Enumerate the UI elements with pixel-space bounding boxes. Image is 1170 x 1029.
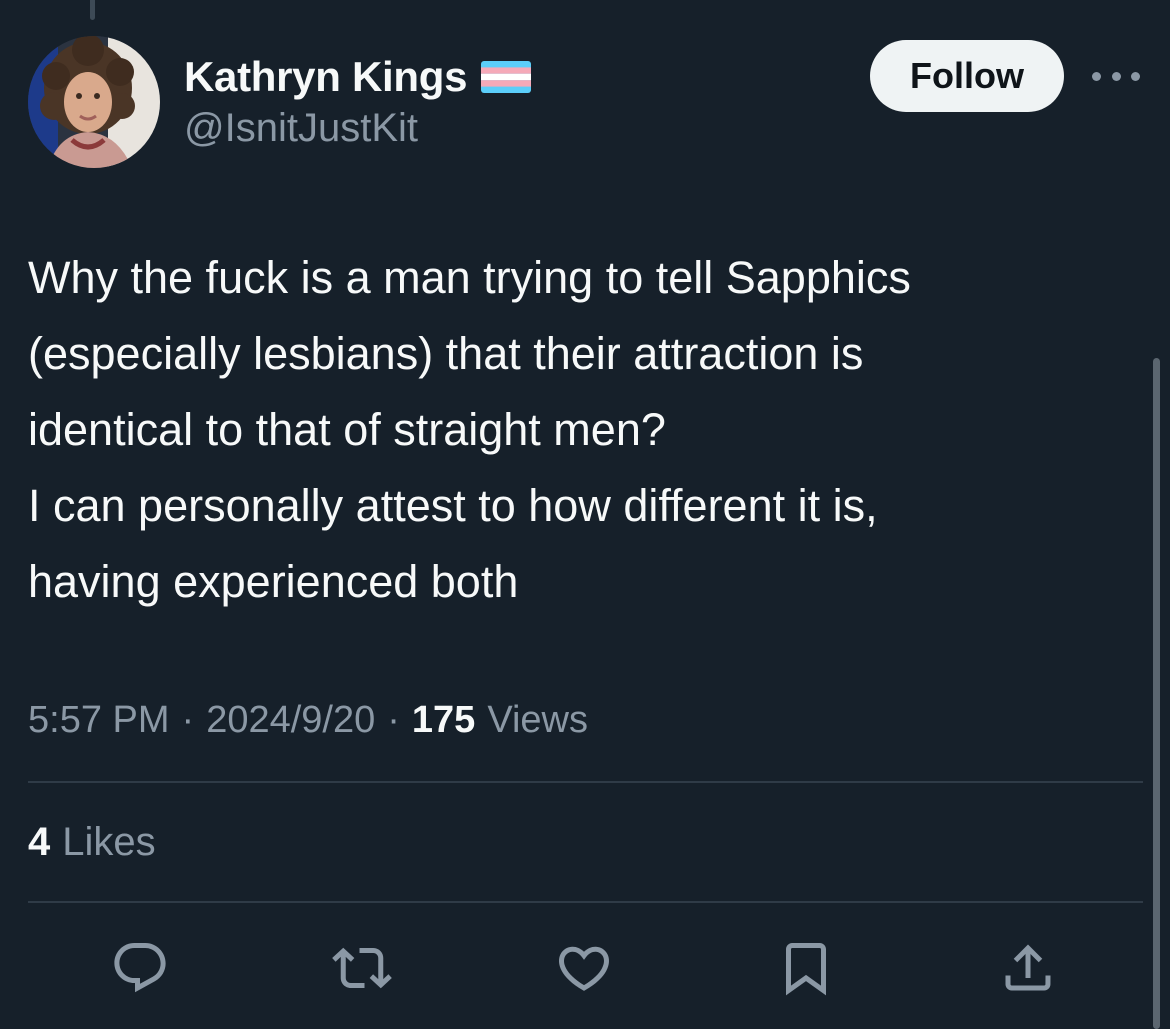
- retweet-button[interactable]: [330, 936, 394, 1000]
- transgender-flag-icon: [481, 61, 532, 93]
- heart-icon: [558, 946, 610, 991]
- tweet-text-line: identical to that of straight men?: [28, 404, 666, 455]
- reply-icon: [114, 943, 166, 993]
- tweet-text-line: I can personally attest to how different…: [28, 480, 878, 531]
- bookmark-icon: [786, 943, 826, 996]
- likes-count: 4: [28, 819, 51, 864]
- tweet-text: Why the fuck is a man trying to tell Sap…: [28, 240, 1138, 620]
- follow-button[interactable]: Follow: [870, 40, 1064, 112]
- meta-separator: ·: [181, 698, 195, 741]
- scrollbar-thumb[interactable]: [1153, 358, 1160, 1029]
- tweet-meta: 5:57 PM · 2024/9/20 · 175 Views: [28, 690, 588, 750]
- more-horizontal-icon[interactable]: [1092, 62, 1140, 90]
- views-label: Views: [487, 698, 588, 741]
- tweet-text-line: (especially lesbians) that their attract…: [28, 328, 864, 379]
- more-dot: [1131, 71, 1140, 81]
- user-handle[interactable]: @IsnitJustKit: [184, 106, 418, 151]
- display-name-text: Kathryn Kings: [184, 53, 468, 100]
- divider: [28, 781, 1143, 783]
- more-dot: [1111, 71, 1121, 81]
- views-count: 175: [411, 698, 476, 741]
- tweet-time[interactable]: 5:57 PM: [28, 699, 170, 742]
- likes-link[interactable]: 4 Likes: [28, 812, 156, 872]
- reply-button[interactable]: [108, 936, 172, 1000]
- avatar-image: [28, 36, 160, 168]
- avatar[interactable]: [28, 36, 160, 168]
- likes-label: Likes: [62, 819, 156, 864]
- like-button[interactable]: [552, 936, 616, 1000]
- tweet-text-line: having experienced both: [28, 556, 519, 607]
- share-icon: [1005, 944, 1051, 991]
- divider: [28, 901, 1143, 903]
- display-name[interactable]: Kathryn Kings: [184, 50, 532, 104]
- bookmark-button[interactable]: [774, 936, 838, 1000]
- meta-separator: ·: [387, 698, 400, 741]
- tweet-text-line: Why the fuck is a man trying to tell Sap…: [28, 252, 911, 303]
- tweet-date[interactable]: 2024/9/20: [206, 699, 375, 742]
- thread-connector-line: [90, 0, 95, 20]
- more-dot: [1092, 71, 1101, 81]
- retweet-icon: [332, 947, 392, 989]
- tweet-detail-view: Kathryn Kings @IsnitJustKit Follow Why t…: [0, 0, 1170, 1029]
- share-button[interactable]: [996, 936, 1060, 1000]
